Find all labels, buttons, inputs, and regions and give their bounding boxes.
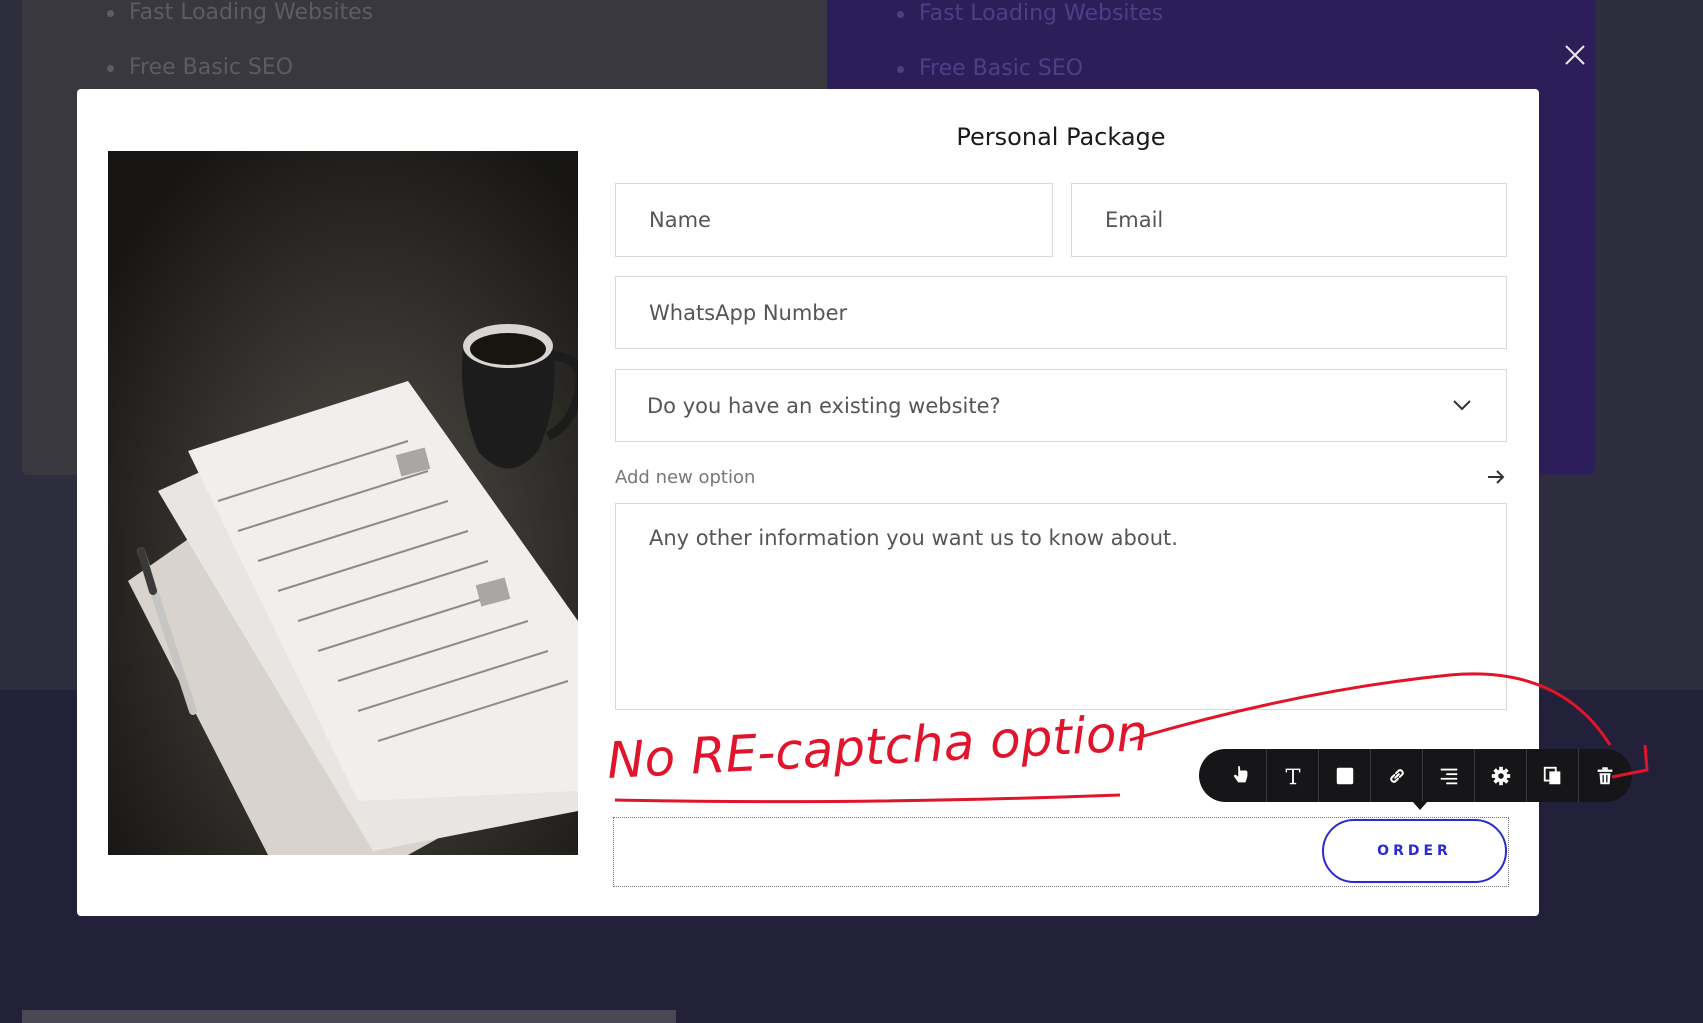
feature-item: Fast Loading Websites [107,0,373,55]
submit-row[interactable]: ORDER [613,817,1509,887]
message-field[interactable] [615,503,1507,710]
form-title: Personal Package [956,123,1166,151]
tool-background[interactable] [1319,749,1371,802]
duplicate-icon [1543,766,1560,784]
order-button[interactable]: ORDER [1322,819,1507,883]
tool-interaction[interactable] [1215,749,1267,802]
feature-item: Fast Loading Websites [897,1,1163,56]
tool-text[interactable] [1267,749,1319,802]
existing-website-select[interactable]: Do you have an existing website? [615,369,1507,442]
add-option-label: Add new option [615,466,756,488]
tool-link[interactable] [1371,749,1423,802]
fill-square-icon [1336,767,1353,784]
message-textarea[interactable] [647,524,1506,698]
background-strip [22,1010,676,1023]
chevron-down-icon [1453,399,1471,410]
link-icon [1389,768,1404,783]
gear-icon [1491,766,1510,785]
whatsapp-input[interactable] [647,299,1506,326]
add-option-row[interactable]: Add new option [615,462,1507,492]
close-icon [1565,45,1585,65]
name-field[interactable] [615,183,1053,257]
tool-delete[interactable] [1579,749,1631,802]
whatsapp-field[interactable] [615,276,1507,349]
arrow-right-icon[interactable] [1485,466,1507,488]
tool-settings[interactable] [1475,749,1527,802]
email-input[interactable] [1103,207,1506,233]
email-field[interactable] [1071,183,1507,257]
trash-icon [1597,766,1613,784]
tool-duplicate[interactable] [1527,749,1579,802]
select-value: Do you have an existing website? [647,393,1001,418]
text-icon [1285,768,1300,784]
tax-forms-photo [108,151,578,855]
editor-toolbar [1199,749,1632,810]
align-right-icon [1440,768,1457,784]
tool-align[interactable] [1423,749,1475,802]
hand-pointer-icon [1233,765,1247,782]
name-input[interactable] [647,207,1052,233]
close-modal-button[interactable] [1560,40,1590,70]
